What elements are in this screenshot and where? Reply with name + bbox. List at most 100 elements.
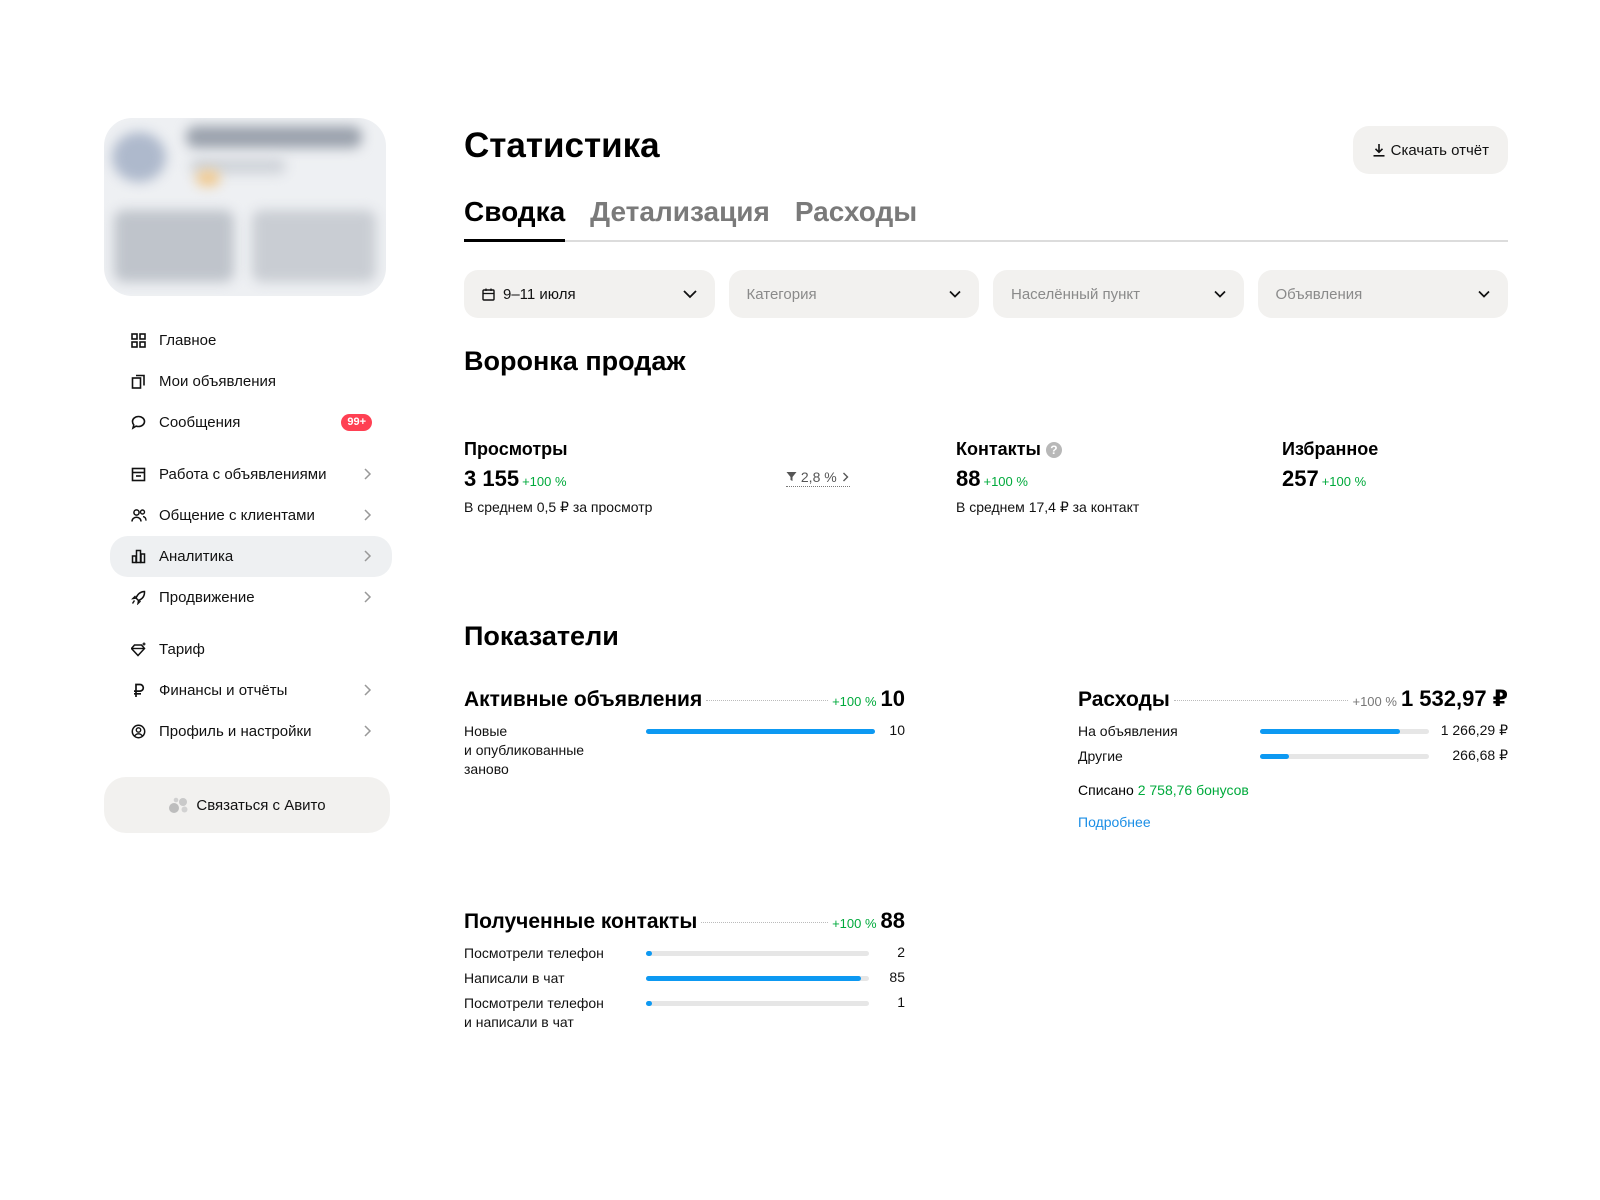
statistics-page: Главное Мои объявления Сообщения 99+ Раб… [0,0,1600,1200]
row-value: 2 [897,944,905,960]
ruble-icon [130,682,147,699]
main-content: Статистика Скачать отчёт Сводка Детализа… [464,118,1508,1172]
profile-name-blurred [186,126,362,148]
received-contacts-block: Полученные контакты +100 % 88 Посмотрели… [464,908,905,1032]
indicators-title: Показатели [464,621,619,651]
sidebar-item-promotion[interactable]: Продвижение [110,577,392,618]
sidebar: Главное Мои объявления Сообщения 99+ Раб… [104,118,394,833]
filters: 9–11 июля Категория Населённый пункт Объ… [464,270,1508,318]
contacts-label-line: Контакты? [956,439,1139,460]
sidebar-item-clients[interactable]: Общение с клиентами [110,495,392,536]
contacts-note: В среднем 17,4 ₽ за контакт [956,499,1140,515]
dotted-leader [706,700,829,701]
sidebar-item-analytics[interactable]: Аналитика [110,536,392,577]
bar-fill [1260,729,1400,734]
avito-dots-icon [169,797,188,813]
sidebar-item-label: Сообщения [159,414,241,431]
contacts-row-phone: Посмотрели телефон 2 [464,944,905,963]
bar-fill [1260,754,1290,759]
favorites-value-line: 257 +100 % [1282,466,1378,492]
views-value: 3 155 [464,466,520,491]
sidebar-item-label: Главное [159,332,217,349]
expenses-block: Расходы +100 % 1 532,97 ₽ На объявления … [1078,686,1508,832]
funnel-title: Воронка продаж [464,346,686,376]
unread-badge: 99+ [341,414,372,431]
chevron-down-icon [682,290,697,299]
sidebar-item-finance[interactable]: Финансы и отчёты [110,670,392,711]
funnel-filter-icon [786,472,797,481]
bar-chart-icon [130,548,147,565]
tab-summary[interactable]: Сводка [464,196,566,242]
help-icon[interactable]: ? [1045,441,1062,458]
ads-select[interactable]: Объявления [1257,270,1508,318]
sidebar-item-main[interactable]: Главное [110,320,392,361]
sidebar-item-label: Аналитика [159,548,234,565]
views-metric: Просмотры 3 155 +100 % В среднем 0,5 ₽ за… [464,439,652,516]
date-range-select[interactable]: 9–11 июля [464,270,715,318]
active-ads-title: Активные объявления [464,688,703,711]
locality-select[interactable]: Населённый пункт [993,270,1244,318]
chevron-right-icon [364,509,372,521]
sidebar-item-profile-settings[interactable]: Профиль и настройки [110,711,392,752]
rocket-icon [130,589,147,606]
expenses-title: Расходы [1078,688,1170,711]
rating-star-blurred [196,170,220,186]
favorites-label: Избранное [1282,439,1379,459]
contact-avito-button[interactable]: Связаться с Авито [104,777,390,833]
sidebar-item-my-ads[interactable]: Мои объявления [110,361,392,402]
tab-expenses[interactable]: Расходы [795,196,917,240]
sidebar-item-label: Продвижение [159,589,255,606]
received-contacts-head: Полученные контакты +100 % 88 [464,908,905,934]
expenses-row-other: Другие 266,68 ₽ [1078,747,1508,766]
sidebar-item-label: Общение с клиентами [159,507,315,524]
sidebar-item-label: Профиль и настройки [159,723,312,740]
chevron-down-icon [1213,290,1226,298]
views-conversion-link[interactable]: 2,8 % [786,469,850,487]
bar-track [646,729,875,734]
contacts-row-both: Посмотрели телефон и написали в чат 1 [464,994,905,1032]
date-range-value: 9–11 июля [503,285,576,303]
spent-label: Списано [1078,782,1134,798]
bar-fill [646,1001,652,1006]
sidebar-item-ad-management[interactable]: Работа с объявлениями [110,454,392,495]
sales-funnel: Просмотры 3 155 +100 % В среднем 0,5 ₽ за… [464,377,1508,567]
chevron-right-icon [364,725,372,737]
listing-work-icon [130,466,147,483]
active-ads-head: Активные объявления +100 % 10 [464,686,905,712]
category-select[interactable]: Категория [728,270,979,318]
wallet-widget-blurred [114,210,234,282]
spent-bonus-value: 2 758,76 бонусов [1137,782,1249,798]
row-label: Посмотрели телефон [464,945,604,961]
row-value: 10 [889,722,905,738]
active-ads-delta: +100 % [832,694,877,709]
contacts-label: Контакты [956,439,1041,459]
chevron-down-icon [949,290,961,298]
calendar-icon [482,288,495,301]
page-title: Статистика [464,126,660,165]
sidebar-item-tariff[interactable]: Тариф [110,629,392,670]
profile-card[interactable] [104,118,386,296]
chevron-right-icon [364,468,372,480]
category-placeholder: Категория [746,285,817,303]
contacts-value: 88 [956,466,981,491]
expenses-delta: +100 % [1352,694,1397,709]
views-value-line: 3 155 +100 % [464,466,652,492]
download-report-label: Скачать отчёт [1390,141,1489,159]
download-icon [1373,144,1385,157]
row-label: Другие [1078,748,1123,764]
bar-track [646,1001,869,1006]
download-report-button[interactable]: Скачать отчёт [1352,126,1508,174]
more-details-link[interactable]: Подробнее [1078,814,1151,830]
chevron-down-icon [1478,290,1490,298]
views-label: Просмотры [464,439,568,459]
contacts-delta: +100 % [983,474,1028,489]
bar-fill [646,976,862,981]
tab-details[interactable]: Детализация [590,196,770,240]
bar-track [646,951,869,956]
ads-placeholder: Объявления [1275,285,1363,303]
views-note: В среднем 0,5 ₽ за просмотр [464,499,653,515]
received-contacts-delta: +100 % [832,916,877,931]
sidebar-item-messages[interactable]: Сообщения 99+ [110,402,392,443]
chevron-right-icon [364,550,372,562]
sidebar-item-label: Работа с объявлениями [159,466,327,483]
